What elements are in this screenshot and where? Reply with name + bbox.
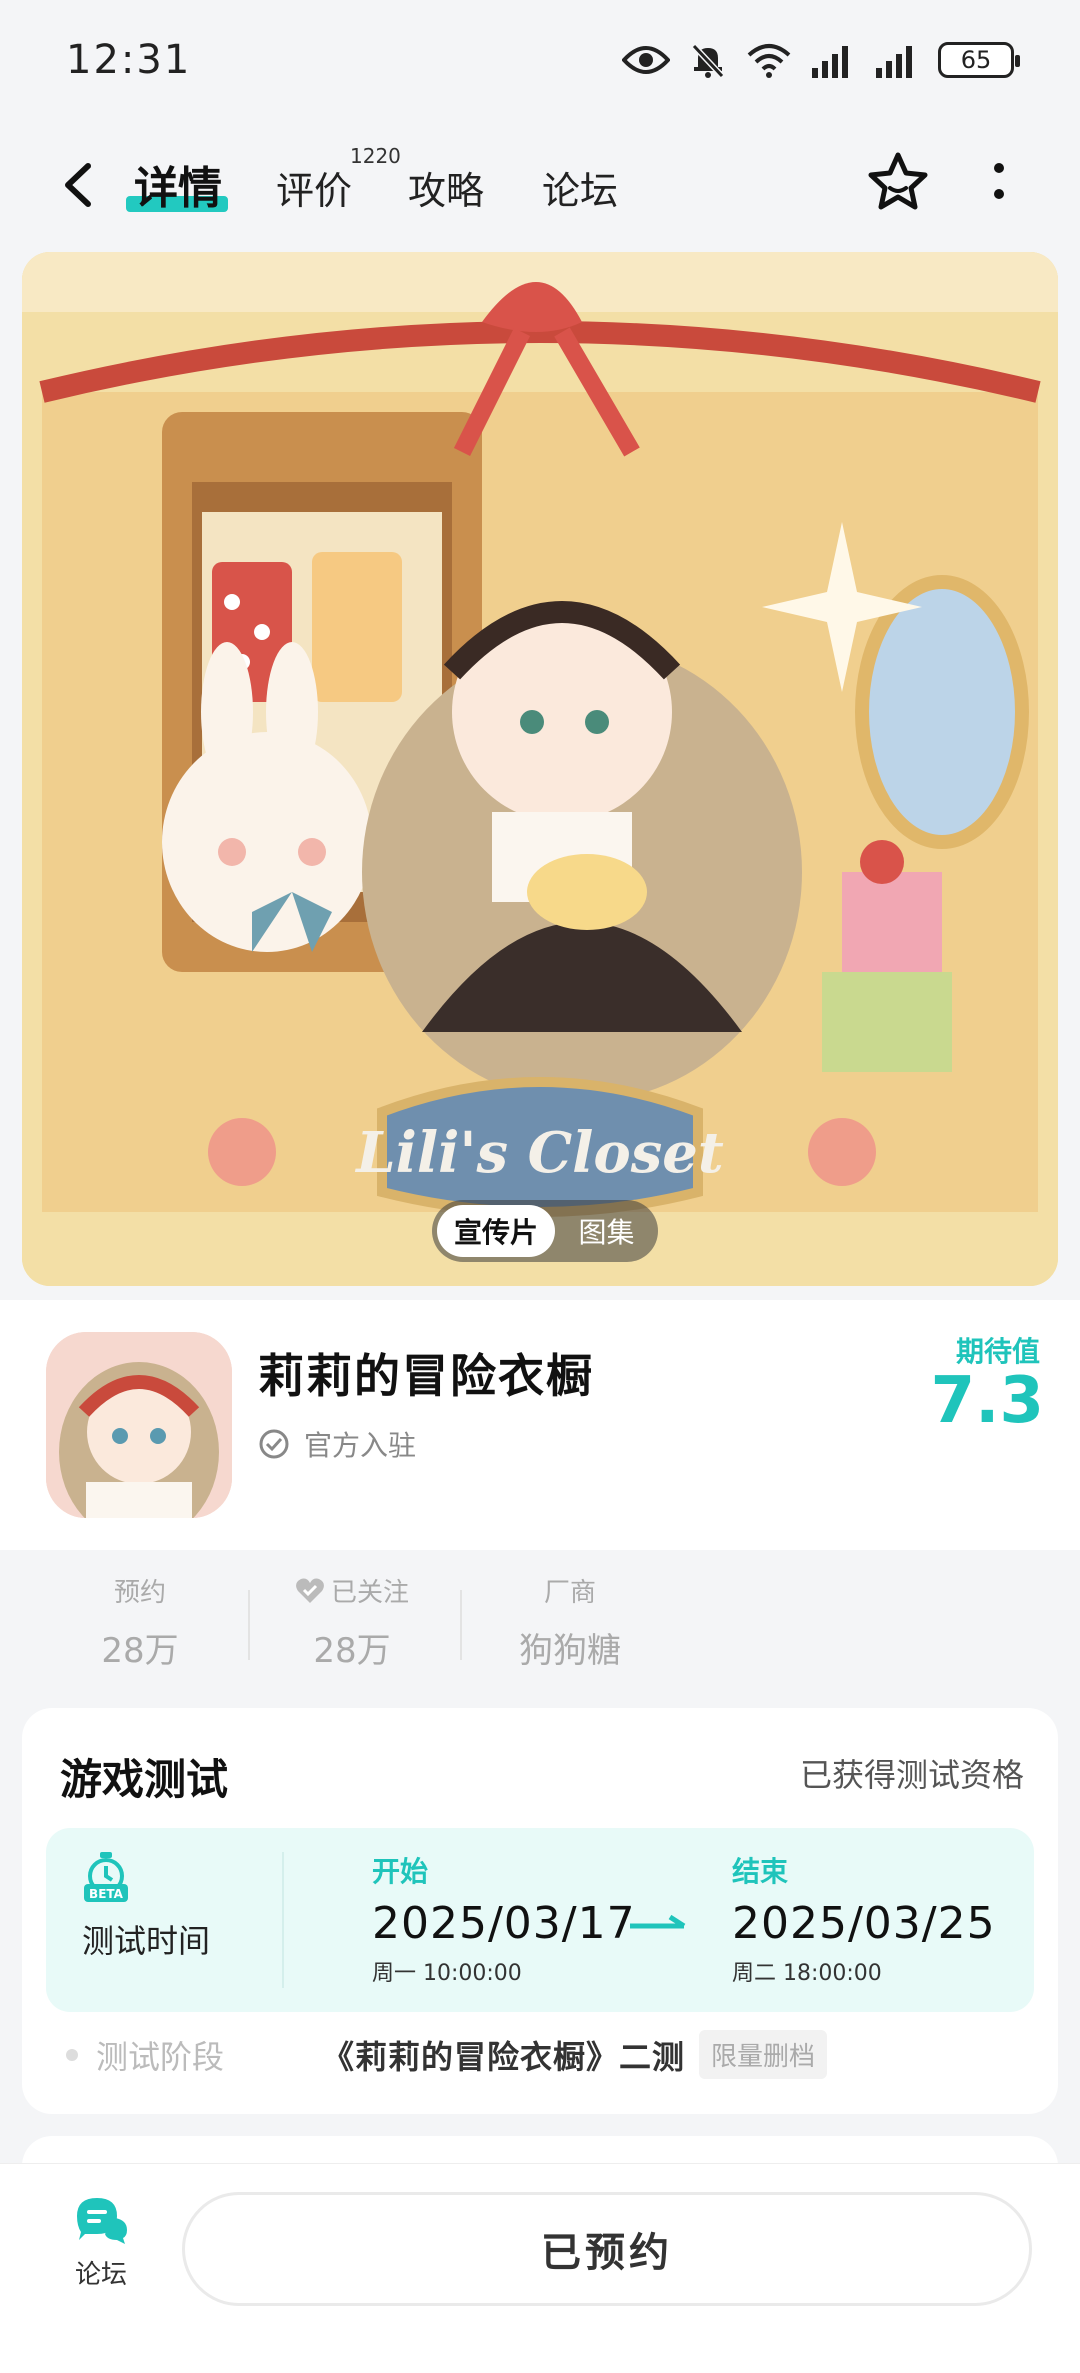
eye-icon <box>622 46 670 74</box>
stat-value: 狗狗糖 <box>519 1631 621 1671</box>
battery-level: 65 <box>960 46 992 74</box>
stats-row: 预约 28万 已关注 28万 厂商 狗狗糖 <box>0 1550 1080 1700</box>
stat-label: 预约 <box>113 1578 166 1608</box>
mute-bell-icon <box>691 43 725 79</box>
banner-illustration: Lili's Closet <box>22 252 1058 1286</box>
start-key: 开始 <box>372 1855 429 1888</box>
media-toggle: 宣传片 图集 <box>432 1200 658 1262</box>
back-arrow-icon[interactable] <box>54 158 104 212</box>
banner-media[interactable]: Lili's Closet 宣传片 图集 <box>22 252 1058 1286</box>
end-time: 周二 18:00:00 <box>732 1961 882 1986</box>
divider <box>248 1590 250 1660</box>
official-label: 官方入驻 <box>304 1429 417 1462</box>
game-test-card: 游戏测试 已获得测试资格 BETA 测试时间 开始 2025/03/17 周一 … <box>22 1708 1058 2114</box>
stat-label: 厂商 <box>543 1578 596 1608</box>
forum-button[interactable]: 论坛 <box>56 2194 146 2291</box>
arrow-right-icon <box>630 1914 686 1929</box>
tab-forum[interactable]: 论坛 <box>542 160 618 215</box>
stat-developer[interactable]: 厂商 狗狗糖 <box>500 1572 640 1672</box>
divider <box>460 1590 462 1660</box>
test-start: 开始 2025/03/17 周一 10:00:00 <box>372 1850 636 1987</box>
game-title: 莉莉的冒险衣橱 <box>258 1349 594 1403</box>
svg-text:BETA: BETA <box>89 1887 124 1901</box>
test-end: 结束 2025/03/25 周二 18:00:00 <box>732 1850 996 1987</box>
test-time-label: 测试时间 <box>82 1922 211 1960</box>
bullet-dot <box>66 2048 78 2061</box>
reserved-button[interactable]: 已预约 <box>182 2192 1032 2306</box>
expectation-score: 7.3 <box>930 1364 1044 1438</box>
start-time: 周一 10:00:00 <box>372 1961 522 1986</box>
stat-value: 28万 <box>313 1631 391 1671</box>
forum-chat-icon <box>77 2198 127 2244</box>
test-qualification-status[interactable]: 已获得测试资格 <box>800 1750 1024 1796</box>
banner-art-title: Lili's Closet <box>354 1120 724 1186</box>
stage-label: 测试阶段 <box>96 2037 225 2076</box>
tab-details[interactable]: 详情 <box>134 152 222 216</box>
forum-label: 论坛 <box>74 2260 127 2290</box>
stage-value: 《莉莉的冒险衣橱》二测 <box>322 2037 686 2076</box>
status-icons: 65 <box>622 40 1020 80</box>
game-header: 莉莉的冒险衣橱 官方入驻 期待值 7.3 <box>0 1300 1080 1550</box>
trailer-tab[interactable]: 宣传片 <box>437 1205 555 1257</box>
test-section-title: 游戏测试 <box>60 1755 229 1804</box>
status-bar: 12:31 65 <box>0 0 1080 120</box>
verified-check-icon <box>259 1429 289 1459</box>
divider <box>282 1852 284 1988</box>
tab-reviews[interactable]: 评价 <box>276 160 352 215</box>
reviews-count-badge: 1220 <box>350 144 401 168</box>
stage-tag: 限量删档 <box>699 2030 828 2079</box>
stat-followers[interactable]: 已关注 28万 <box>282 1572 422 1672</box>
status-time: 12:31 <box>66 37 192 83</box>
battery-icon: 65 <box>938 42 1020 78</box>
more-options-icon[interactable] <box>984 154 1014 210</box>
signal-icon <box>876 46 912 78</box>
bottom-action-bar: 论坛 已预约 <box>0 2163 1080 2373</box>
gallery-tab[interactable]: 图集 <box>555 1211 658 1251</box>
end-key: 结束 <box>732 1855 789 1888</box>
beta-icon: BETA <box>84 1852 128 1902</box>
stat-reservations: 预约 28万 <box>80 1572 200 1672</box>
test-stage-row: 测试阶段 《莉莉的冒险衣橱》二测 限量删档 <box>66 2030 1026 2079</box>
test-time-panel: BETA 测试时间 开始 2025/03/17 周一 10:00:00 结束 2… <box>46 1828 1034 2012</box>
end-date: 2025/03/25 <box>732 1898 996 1949</box>
start-date: 2025/03/17 <box>372 1898 636 1949</box>
wifi-icon <box>747 44 791 78</box>
official-badge: 官方入驻 <box>258 1424 416 1464</box>
stat-label: 已关注 <box>330 1578 409 1608</box>
signal-icon <box>812 46 848 78</box>
tab-guides[interactable]: 攻略 <box>408 160 484 215</box>
top-navigation: 详情 评价 1220 攻略 论坛 <box>0 130 1080 240</box>
favorite-star-icon[interactable] <box>866 150 930 214</box>
game-app-icon <box>46 1332 232 1518</box>
stat-value: 28万 <box>101 1631 179 1671</box>
heart-check-icon <box>296 1578 324 1603</box>
